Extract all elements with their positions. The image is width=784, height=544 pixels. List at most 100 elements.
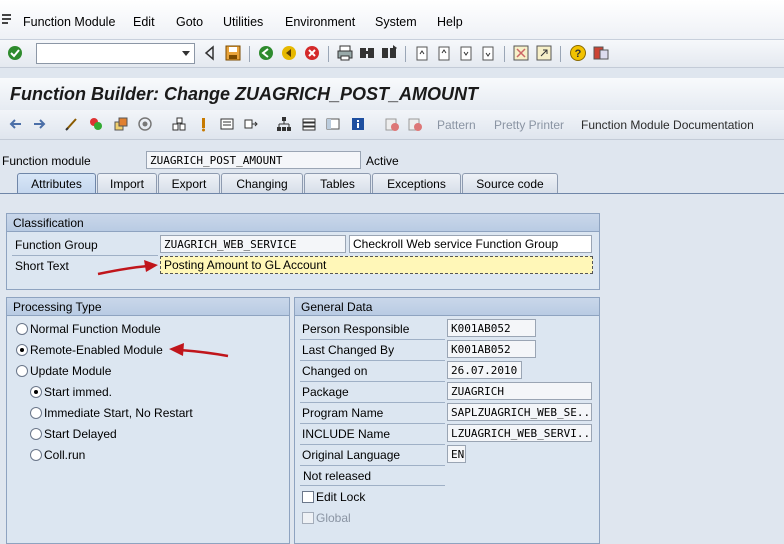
tab-source-code[interactable]: Source code: [462, 173, 558, 194]
general-data-title: General Data: [295, 298, 599, 316]
toolbar-separator: [328, 46, 329, 62]
update-module-label: Update Module: [30, 364, 112, 378]
start-delayed-label: Start Delayed: [44, 427, 117, 441]
row-divider: [300, 339, 445, 340]
function-module-label: Function module: [2, 154, 91, 168]
cancel-icon[interactable]: [303, 44, 321, 62]
row-divider: [300, 423, 445, 424]
toolbar-separator: [405, 46, 406, 62]
where-used-icon[interactable]: [171, 116, 187, 132]
row-divider: [300, 485, 445, 486]
menu-function-module[interactable]: Function Module: [23, 15, 115, 29]
normal-module-radio[interactable]: [16, 323, 28, 335]
breakpoint-icon[interactable]: [195, 116, 211, 132]
page-title: Function Builder: Change ZUAGRICH_POST_A…: [10, 84, 478, 104]
stack-icon[interactable]: [301, 116, 317, 132]
pretty-printer-button[interactable]: Pretty Printer: [494, 118, 564, 132]
arrow-right-icon[interactable]: [31, 116, 47, 132]
check-syntax-icon[interactable]: [88, 116, 104, 132]
remote-enabled-label: Remote-Enabled Module: [30, 343, 163, 357]
start-immed-label: Start immed.: [44, 385, 113, 399]
changed-on-field: 26.07.2010: [447, 361, 522, 379]
first-page-icon[interactable]: [413, 44, 431, 62]
find-icon[interactable]: [358, 44, 376, 62]
tab-exceptions[interactable]: Exceptions: [372, 173, 461, 194]
update-module-radio[interactable]: [16, 365, 28, 377]
coll-run-label: Coll.run: [44, 448, 86, 462]
tab-export[interactable]: Export: [158, 173, 220, 194]
help-icon[interactable]: ?: [569, 44, 587, 62]
back-icon[interactable]: [201, 44, 219, 62]
start-delayed-radio[interactable]: [30, 428, 42, 440]
person-responsible-label: Person Responsible: [302, 322, 410, 336]
documentation-button[interactable]: Function Module Documentation: [581, 118, 754, 132]
save-icon[interactable]: [224, 44, 242, 62]
navigation-icon[interactable]: [243, 116, 259, 132]
row-divider: [12, 255, 158, 256]
new-session-icon[interactable]: [512, 44, 530, 62]
print-icon[interactable]: [336, 44, 354, 62]
back-nav-icon[interactable]: [257, 44, 275, 62]
changed-on-label: Changed on: [302, 364, 368, 378]
edit-lock-label: Edit Lock: [316, 490, 366, 504]
function-group-label: Function Group: [15, 238, 98, 252]
layout-icon[interactable]: [592, 44, 610, 62]
last-page-icon[interactable]: [479, 44, 497, 62]
menu-edit[interactable]: Edit: [133, 15, 155, 29]
standard-toolbar: ?: [0, 40, 784, 68]
start-immed-radio[interactable]: [30, 386, 42, 398]
shortcut-icon[interactable]: [535, 44, 553, 62]
coll-run-radio[interactable]: [30, 449, 42, 461]
original-language-field: EN: [447, 445, 466, 463]
row-divider: [300, 444, 445, 445]
tab-tables[interactable]: Tables: [304, 173, 371, 194]
object-list-icon[interactable]: [219, 116, 235, 132]
layout-icon[interactable]: [325, 116, 341, 132]
row-divider: [300, 381, 445, 382]
function-group-description: Checkroll Web service Function Group: [349, 235, 592, 253]
arrow-left-icon[interactable]: [8, 116, 24, 132]
next-page-icon[interactable]: [457, 44, 475, 62]
info-icon[interactable]: [350, 116, 366, 132]
short-text-field[interactable]: Posting Amount to GL Account: [160, 256, 593, 274]
tab-changing[interactable]: Changing: [221, 173, 303, 194]
activate-icon[interactable]: [113, 116, 129, 132]
pattern-button[interactable]: Pattern: [437, 118, 476, 132]
menu-help[interactable]: Help: [437, 15, 463, 29]
enter-icon[interactable]: [6, 44, 24, 62]
person-responsible-field[interactable]: K001AB052: [447, 319, 536, 337]
function-group-field[interactable]: ZUAGRICH_WEB_SERVICE: [160, 235, 346, 253]
immediate-no-restart-radio[interactable]: [30, 407, 42, 419]
release-status-label: Not released: [303, 469, 372, 483]
menu-environment[interactable]: Environment: [285, 15, 355, 29]
tab-attributes[interactable]: Attributes: [17, 173, 96, 194]
toolbar-separator: [249, 46, 250, 62]
menu-utilities[interactable]: Utilities: [223, 15, 263, 29]
menu-icon[interactable]: [1, 12, 13, 26]
insert-statement-icon: [384, 116, 400, 132]
exit-icon[interactable]: [280, 44, 298, 62]
immediate-no-restart-label: Immediate Start, No Restart: [44, 406, 193, 420]
prev-page-icon[interactable]: [435, 44, 453, 62]
short-text-label: Short Text: [15, 259, 69, 273]
menu-system[interactable]: System: [375, 15, 417, 29]
tab-strip-line: [0, 193, 784, 194]
edit-lock-checkbox[interactable]: [302, 491, 314, 503]
remote-enabled-radio[interactable]: [16, 344, 28, 356]
row-divider: [300, 360, 445, 361]
tab-import[interactable]: Import: [97, 173, 157, 194]
command-field[interactable]: [36, 43, 195, 64]
chevron-down-icon[interactable]: [182, 51, 190, 56]
test-icon[interactable]: [137, 116, 153, 132]
svg-text:?: ?: [575, 48, 582, 60]
find-next-icon[interactable]: [380, 44, 398, 62]
row-divider: [300, 465, 445, 466]
toolbar-separator: [504, 46, 505, 62]
menu-goto[interactable]: Goto: [176, 15, 203, 29]
function-module-field[interactable]: ZUAGRICH_POST_AMOUNT: [146, 151, 361, 169]
global-checkbox: [302, 512, 314, 524]
hierarchy-icon[interactable]: [276, 116, 292, 132]
classification-title: Classification: [7, 214, 599, 232]
display-change-icon[interactable]: [64, 116, 80, 132]
package-field: ZUAGRICH: [447, 382, 592, 400]
